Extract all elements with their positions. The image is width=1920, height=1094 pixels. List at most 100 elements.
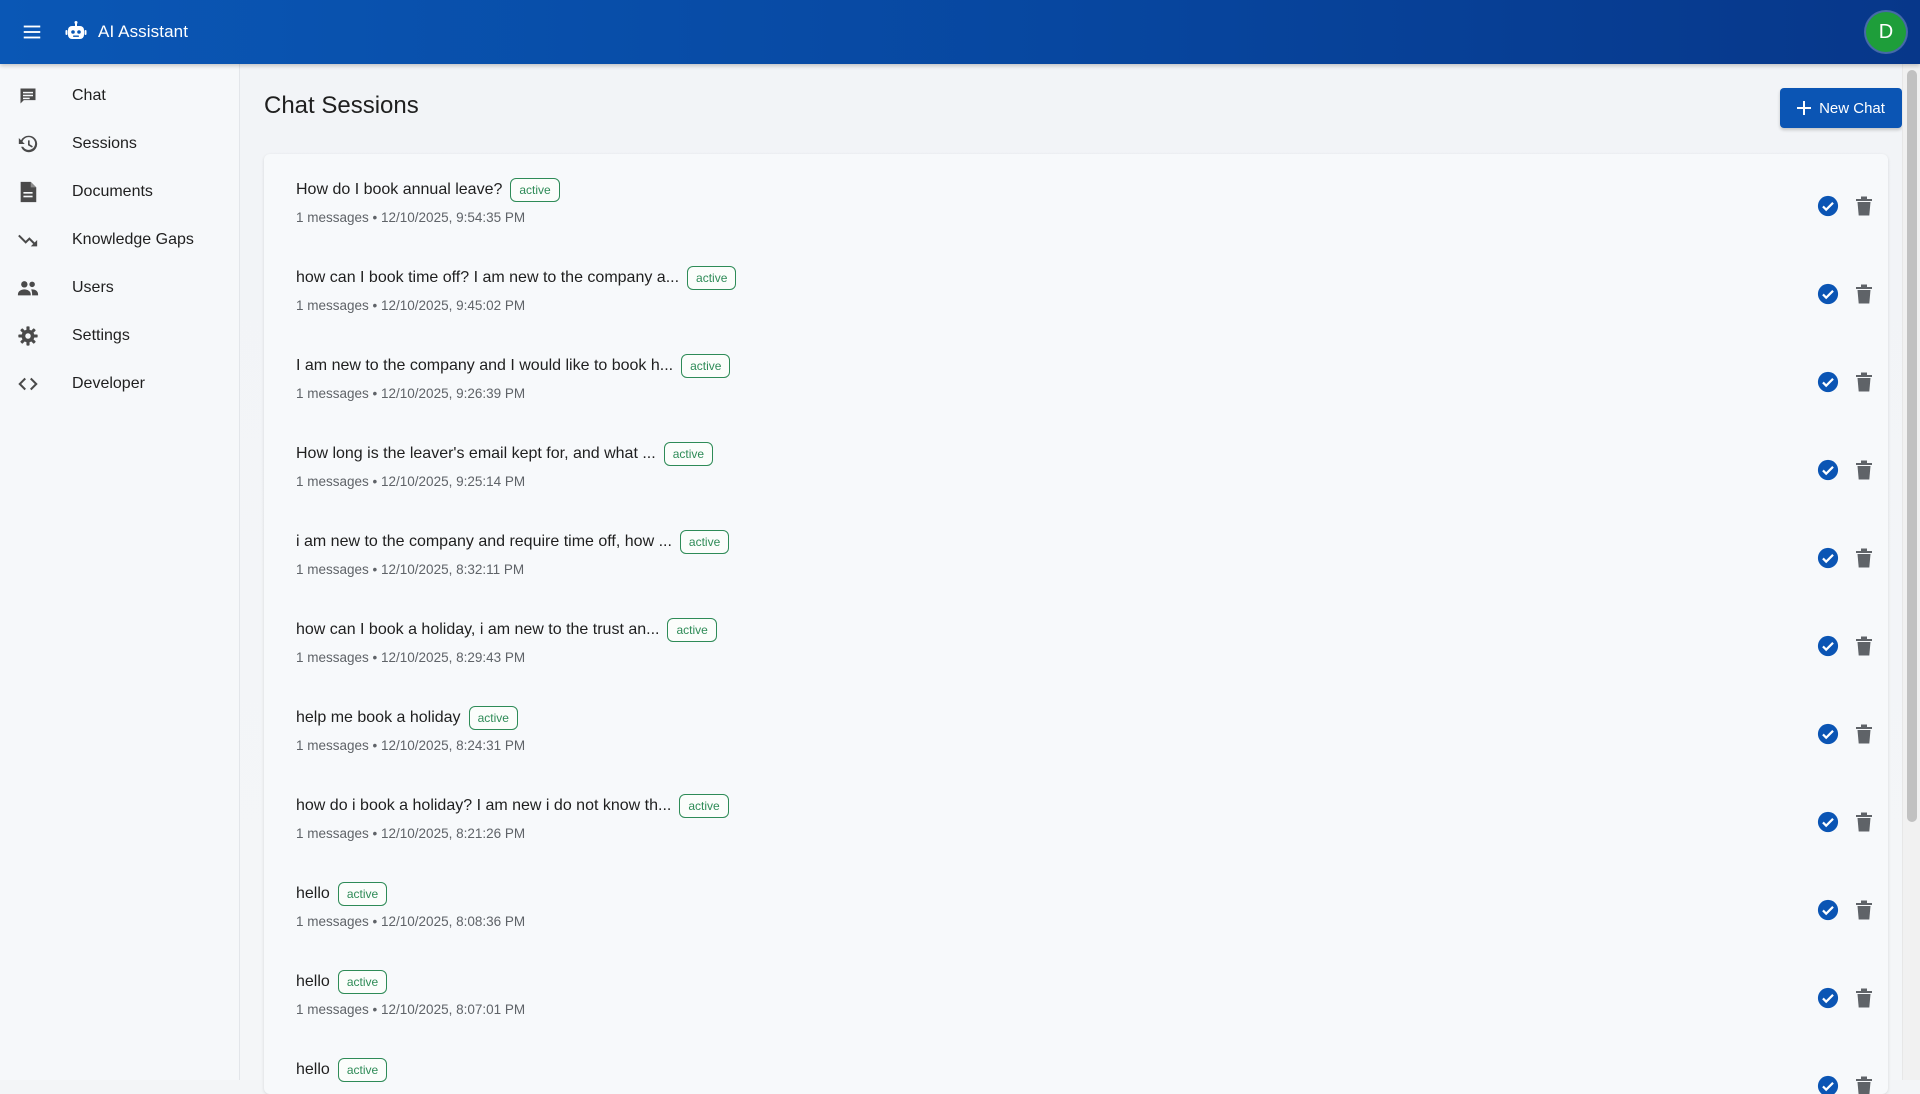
- mark-complete-button[interactable]: [1816, 1074, 1840, 1094]
- session-row[interactable]: how can I book time off? I am new to the…: [264, 242, 1888, 330]
- sidebar-item-settings[interactable]: Settings: [0, 312, 239, 360]
- session-row[interactable]: hello active 1 messages • 12/10/2025, 8:07…: [264, 946, 1888, 1034]
- delete-button[interactable]: [1852, 370, 1876, 394]
- delete-button[interactable]: [1852, 458, 1876, 482]
- session-meta: 1 messages • 12/10/2025, 8:07:01 PM: [296, 1002, 526, 1017]
- status-badge: active: [337, 882, 388, 906]
- delete-button[interactable]: [1852, 986, 1876, 1010]
- trash-icon: [1856, 900, 1872, 920]
- session-actions: [1816, 722, 1876, 746]
- session-title-line: help me book a holiday active: [296, 706, 518, 730]
- app-title: AI Assistant: [98, 22, 189, 41]
- session-actions: [1816, 370, 1876, 394]
- session-row[interactable]: how do i book a holiday? I am new i do n…: [264, 770, 1888, 858]
- sidebar-item-label: Chat: [72, 87, 106, 104]
- session-meta: 1 messages • 12/10/2025, 9:45:02 PM: [296, 298, 526, 313]
- sidebar-item-chat[interactable]: Chat: [0, 72, 239, 120]
- session-title: how can I book time off? I am new to the…: [296, 269, 680, 286]
- session-actions: [1816, 810, 1876, 834]
- delete-button[interactable]: [1852, 194, 1876, 218]
- sidebar-item-users[interactable]: Users: [0, 264, 239, 312]
- trending-down-icon: [18, 234, 38, 247]
- scrollbar-thumb[interactable]: [1907, 70, 1917, 822]
- sidebar-item-label: Knowledge Gaps: [72, 231, 194, 248]
- plus-icon: [1797, 101, 1812, 115]
- session-title: how do i book a holiday? I am new i do n…: [296, 797, 672, 814]
- delete-button[interactable]: [1852, 722, 1876, 746]
- sidebar-item-documents[interactable]: Documents: [0, 168, 239, 216]
- sidebar-item-knowledge-gaps[interactable]: Knowledge Gaps: [0, 216, 239, 264]
- sidebar-item-sessions[interactable]: Sessions: [0, 120, 239, 168]
- session-actions: [1816, 194, 1876, 218]
- check-circle-icon: [1817, 987, 1839, 1009]
- status-badge: active: [679, 794, 729, 818]
- session-meta: 1 messages • 12/10/2025, 9:25:14 PM: [296, 474, 526, 489]
- mark-complete-button[interactable]: [1816, 634, 1840, 658]
- session-row[interactable]: hello active 1 messages • 12/10/2025, 8:08…: [264, 858, 1888, 946]
- status-badge: active: [337, 970, 388, 994]
- session-row[interactable]: How long is the leaver's email kept for,…: [264, 418, 1888, 506]
- status-badge: active: [687, 266, 737, 290]
- delete-button[interactable]: [1852, 810, 1876, 834]
- delete-button[interactable]: [1852, 634, 1876, 658]
- mark-complete-button[interactable]: [1816, 898, 1840, 922]
- session-title: how can I book a holiday, i am new to th…: [296, 621, 660, 638]
- delete-button[interactable]: [1852, 1074, 1876, 1094]
- scrollbar[interactable]: [1902, 64, 1920, 1080]
- status-badge: active: [679, 530, 730, 554]
- session-actions: [1816, 458, 1876, 482]
- mark-complete-button[interactable]: [1816, 986, 1840, 1010]
- session-row[interactable]: help me book a holiday active 1 messages •…: [264, 682, 1888, 770]
- status-badge: active: [667, 618, 717, 642]
- mark-complete-button[interactable]: [1816, 370, 1840, 394]
- mark-complete-button[interactable]: [1816, 194, 1840, 218]
- session-title-line: I am new to the company and I would like…: [296, 354, 731, 378]
- delete-button[interactable]: [1852, 282, 1876, 306]
- session-title-line: i am new to the company and require time…: [296, 530, 730, 554]
- page-title: Chat Sessions: [264, 92, 419, 119]
- user-avatar[interactable]: D: [1866, 12, 1906, 52]
- trash-icon: [1856, 284, 1872, 304]
- delete-button[interactable]: [1852, 898, 1876, 922]
- trash-icon: [1856, 372, 1872, 392]
- check-circle-icon: [1817, 723, 1839, 745]
- session-row[interactable]: hello active: [264, 1034, 1888, 1094]
- session-row[interactable]: i am new to the company and require time…: [264, 506, 1888, 594]
- session-actions: [1816, 898, 1876, 922]
- menu-button[interactable]: [0, 0, 64, 64]
- delete-button[interactable]: [1852, 546, 1876, 570]
- session-actions: [1816, 986, 1876, 1010]
- session-title-line: hello active: [296, 970, 388, 994]
- session-actions: [1816, 546, 1876, 570]
- trash-icon: [1856, 196, 1872, 216]
- check-circle-icon: [1817, 371, 1839, 393]
- trash-icon: [1856, 636, 1872, 656]
- session-title-line: how can I book time off? I am new to the…: [296, 266, 737, 290]
- check-circle-icon: [1817, 459, 1839, 481]
- session-title-line: how can I book a holiday, i am new to th…: [296, 618, 717, 642]
- sidebar-item-label: Sessions: [72, 135, 137, 152]
- mark-complete-button[interactable]: [1816, 810, 1840, 834]
- mark-complete-button[interactable]: [1816, 722, 1840, 746]
- hamburger-menu-icon: [23, 25, 41, 39]
- mark-complete-button[interactable]: [1816, 282, 1840, 306]
- status-badge: active: [510, 178, 560, 202]
- session-title: hello: [296, 885, 330, 902]
- sidebar-item-developer[interactable]: Developer: [0, 360, 239, 408]
- session-row[interactable]: I am new to the company and I would like…: [264, 330, 1888, 418]
- session-row[interactable]: How do I book annual leave? active 1 messa…: [264, 154, 1888, 242]
- mark-complete-button[interactable]: [1816, 458, 1840, 482]
- check-circle-icon: [1817, 899, 1839, 921]
- mark-complete-button[interactable]: [1816, 546, 1840, 570]
- new-chat-button[interactable]: New Chat: [1780, 88, 1902, 128]
- trash-icon: [1856, 724, 1872, 744]
- app-bar: AI Assistant D: [0, 0, 1920, 64]
- session-row[interactable]: how can I book a holiday, i am new to th…: [264, 594, 1888, 682]
- session-actions: [1816, 282, 1876, 306]
- session-meta: 1 messages • 12/10/2025, 8:24:31 PM: [296, 738, 526, 753]
- trash-icon: [1856, 460, 1872, 480]
- check-circle-icon: [1817, 547, 1839, 569]
- new-chat-label: New Chat: [1819, 99, 1885, 117]
- session-meta: 1 messages • 12/10/2025, 9:26:39 PM: [296, 386, 526, 401]
- sidebar-item-label: Documents: [72, 183, 153, 200]
